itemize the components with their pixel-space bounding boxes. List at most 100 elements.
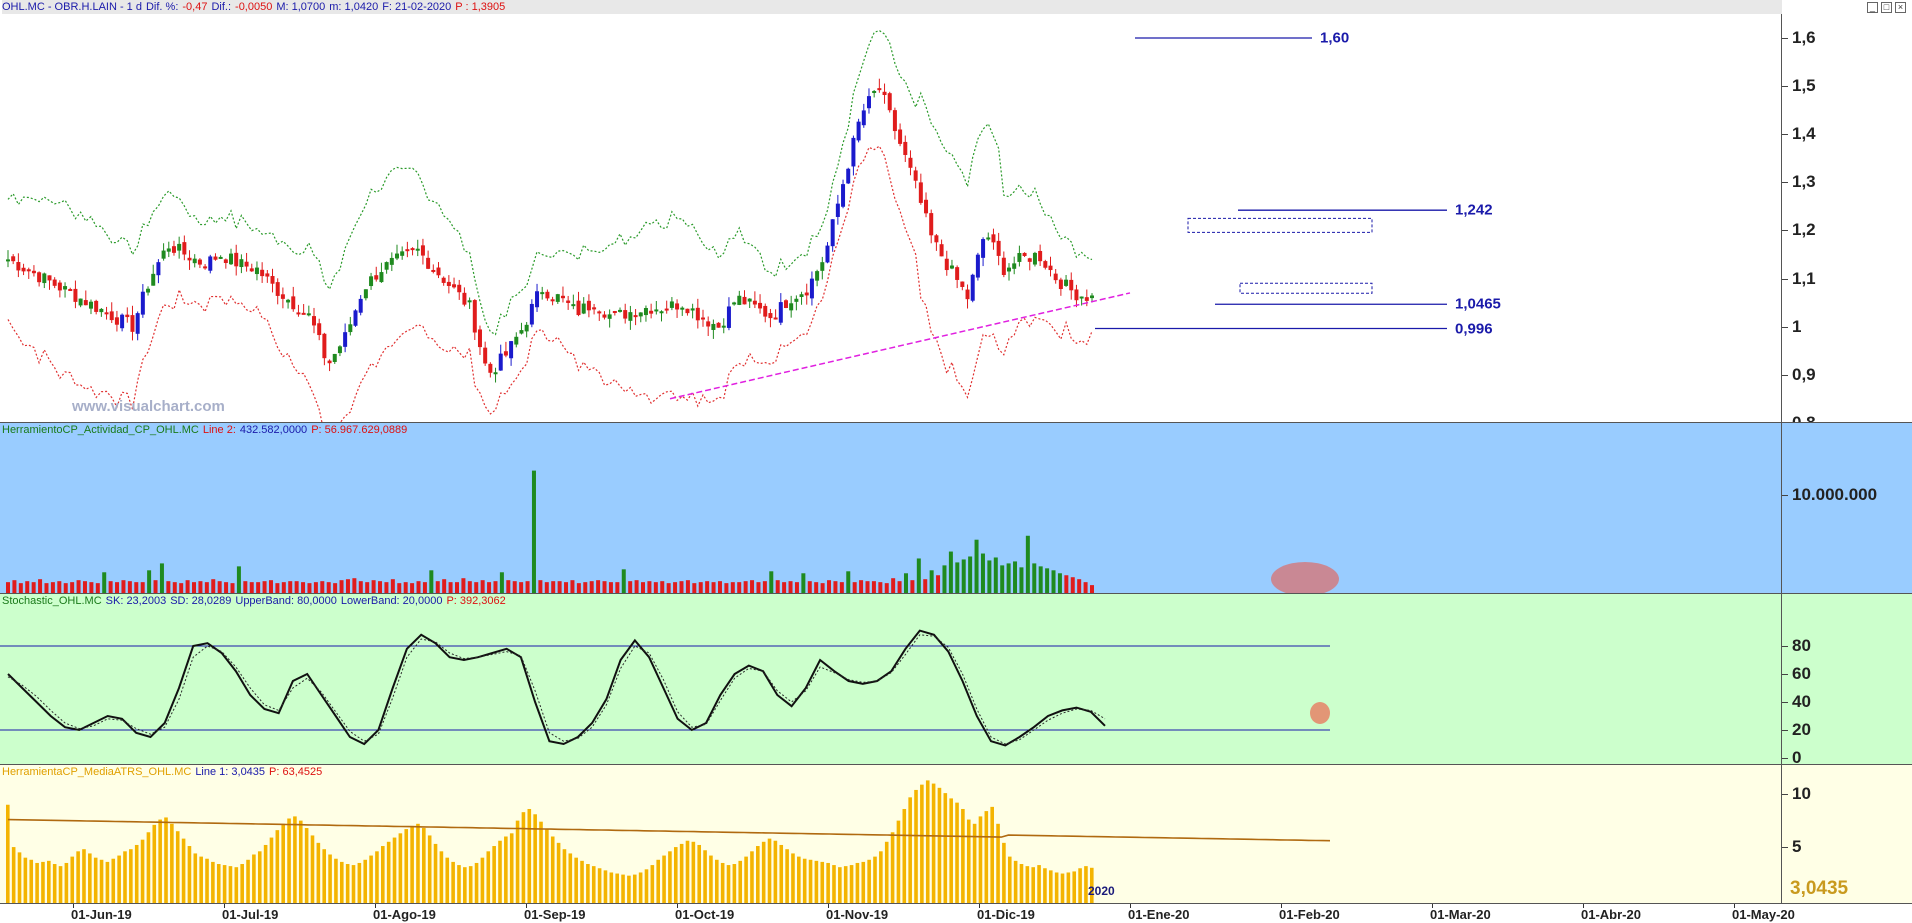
atr-bar [76,851,80,904]
atr-bar [627,875,631,904]
candle-body [892,110,897,132]
candle-body [918,182,923,203]
candle-body [882,91,887,96]
atr-bar [1072,871,1077,904]
atr-bar [961,808,965,904]
atr-bar [691,841,696,904]
candle-body [452,284,457,288]
candle-body [472,300,477,333]
atr-bar [826,862,830,904]
candle-body [120,314,125,329]
atr-bar [521,812,526,904]
atr-bar [1002,842,1006,904]
atr-bar [1031,867,1036,904]
atr-bar [843,866,848,904]
y-tick [1782,674,1788,675]
atr-bar [580,860,584,904]
candle-body [260,269,265,277]
atr-bar [703,850,707,904]
atr-bar [767,838,772,904]
volume-bar [916,558,921,594]
x-tick-label: 01-Sep-19 [524,907,586,922]
candle-body [986,237,991,240]
level-label: 1,0465 [1455,295,1501,313]
atr-bar [269,837,274,904]
candle-body [560,295,565,299]
support-trendline [669,292,1131,400]
volume-chart-svg[interactable] [0,423,1912,594]
atr-bar [797,856,801,904]
atr-bar [750,851,754,904]
candle-body [794,298,799,302]
time-x-axis[interactable]: 01-Jun-19 01-Jul-19 01-Ago-19 01-Sep-19 01-O… [0,903,1912,923]
candle-body [63,286,68,290]
atr-bar [744,856,748,904]
candle-body [804,292,809,296]
volume-y-axis[interactable]: 10.000.000 [1781,423,1912,594]
y-tick [1782,326,1788,328]
atr-bar [621,874,625,904]
candle-body [820,262,825,271]
price-y-axis[interactable]: 1,6 1,5 1,4 1,3 1,2 1,1 1 0,9 0,8 [1781,14,1912,422]
volume-bar [1064,575,1069,594]
candle-body [21,267,26,272]
volume-bar [621,569,626,594]
candle-body [6,259,10,262]
volume-bar [1051,570,1056,594]
candle-body [332,353,337,362]
candle-body [369,276,374,287]
candle-body [597,311,602,314]
candle-body [431,269,436,272]
price-chart-svg[interactable] [0,0,1912,422]
atr-bar [615,873,619,904]
y-tick-label: 0,8 [1792,413,1816,422]
volume-bar [750,580,755,594]
atr-bar [445,857,450,904]
y-tick [1782,278,1788,280]
candle-body [483,347,488,364]
candle-body [851,137,856,167]
atr-bar [246,859,250,904]
candle-body [908,157,913,168]
stochastic-chart-svg[interactable] [0,594,1912,765]
candle-body [420,245,425,256]
atr-bar [293,816,297,904]
atr-bar [304,828,309,904]
volume-bar [390,579,395,594]
atr-bar [545,829,549,904]
atr-bar [164,817,168,904]
candle-body [415,248,420,251]
y-tick-label: 80 [1792,636,1811,655]
volume-bar [769,571,774,594]
candle-body [400,251,405,256]
atr-bar [474,862,479,904]
candle-body [1038,250,1043,262]
candle-body [664,308,669,311]
atr-bar [726,865,731,904]
atr-bar [328,854,332,904]
candle-body [467,300,472,303]
candle-body [659,311,664,314]
candle-body [327,360,332,364]
candle-body [799,294,804,297]
y-tick [1782,758,1788,759]
candle-body [312,316,317,326]
atr-chart-svg[interactable] [0,765,1912,904]
volume-bar [352,578,357,594]
candle-body [254,267,259,275]
candle-body [924,199,929,214]
candle-body [934,235,939,243]
lower-envelope [7,145,1093,422]
volume-bar [1077,579,1082,594]
atr-bar [392,837,397,904]
atr-current-value: 3,0435 [1790,878,1849,899]
stochastic-y-axis[interactable]: 80 60 40 20 0 [1781,594,1912,765]
volume-bar [570,580,575,594]
level-label: 0,996 [1455,320,1493,338]
atr-bar [1060,873,1065,904]
atr-bar [644,869,649,904]
y-tick [1782,38,1788,39]
x-tick-label: 01-Feb-20 [1279,907,1340,922]
y-tick-label: 1,6 [1792,28,1816,47]
y-tick [1782,646,1788,647]
